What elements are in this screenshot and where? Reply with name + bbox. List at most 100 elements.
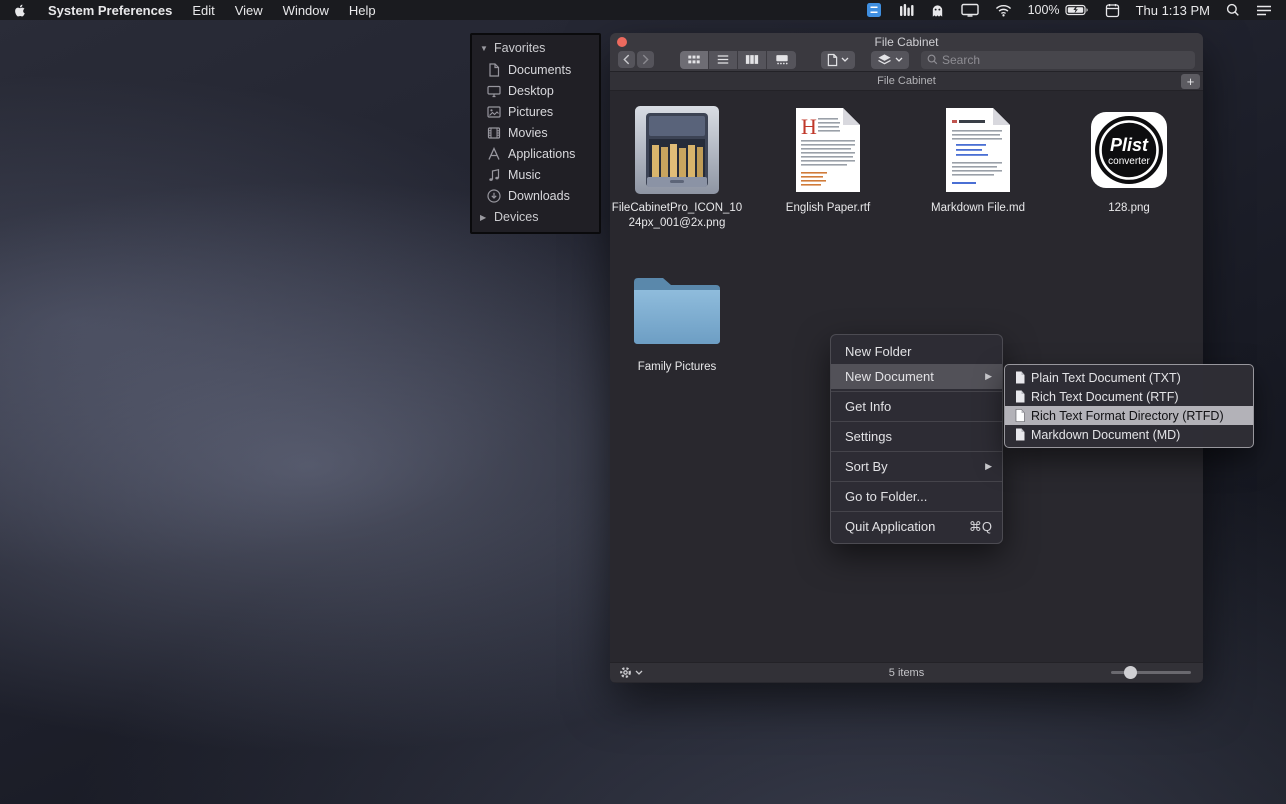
menu-item-label: New Folder — [845, 344, 912, 359]
menu-help[interactable]: Help — [339, 3, 386, 18]
file-item-english-paper[interactable]: H English Paper.rtf — [758, 104, 898, 216]
sidebar-item-pictures[interactable]: Pictures — [472, 101, 599, 122]
calendar-status-icon[interactable] — [1105, 3, 1120, 18]
md-document-icon — [946, 108, 1010, 192]
display-status-icon[interactable] — [960, 3, 979, 17]
favorites-label: Favorites — [494, 41, 546, 55]
document-icon — [1015, 409, 1025, 422]
document-action-icon — [827, 53, 838, 66]
sidebar-item-label: Pictures — [508, 104, 554, 119]
filecabinet-status-icon[interactable] — [865, 2, 883, 18]
list-view-button[interactable] — [709, 50, 738, 69]
stack-action-button[interactable] — [871, 50, 909, 69]
submenu-arrow-icon: ▶ — [985, 371, 992, 381]
folder-icon — [634, 278, 720, 344]
document-icon — [1016, 390, 1025, 403]
icon-view-button[interactable] — [680, 50, 709, 69]
menu-item-label: Sort By — [845, 459, 888, 474]
menu-item-label: Go to Folder... — [845, 489, 928, 504]
menu-item-go-to-folder[interactable]: Go to Folder... — [831, 484, 1002, 509]
sidebar-item-documents[interactable]: Documents — [472, 59, 599, 80]
sidebar-item-music[interactable]: Music — [472, 164, 599, 185]
menu-edit[interactable]: Edit — [182, 3, 224, 18]
menu-item-get-info[interactable]: Get Info — [831, 394, 1002, 419]
menu-separator — [831, 451, 1002, 452]
menu-separator — [831, 421, 1002, 422]
search-icon — [927, 54, 938, 65]
sidebar-item-downloads[interactable]: Downloads — [472, 185, 599, 206]
sidebar-item-label: Downloads — [508, 188, 570, 203]
gallery-view-button[interactable] — [767, 50, 796, 69]
menu-item-quit-application[interactable]: Quit Application ⌘Q — [831, 514, 1002, 539]
toolbar — [610, 48, 1203, 72]
sidebar-item-desktop[interactable]: Desktop — [472, 80, 599, 101]
battery-icon — [1064, 4, 1088, 16]
rtf-document-icon: H — [796, 108, 860, 192]
chevron-down-icon — [895, 57, 903, 62]
sidebar-item-movies[interactable]: Movies — [472, 122, 599, 143]
submenu-item-label: Rich Text Format Directory (RTFD) — [1031, 408, 1224, 423]
apple-menu[interactable] — [0, 0, 38, 20]
file-item-markdown[interactable]: Markdown File.md — [908, 104, 1048, 216]
disclosure-down-icon: ▼ — [480, 43, 488, 53]
menu-window[interactable]: Window — [273, 3, 339, 18]
bars-status-icon[interactable] — [899, 3, 914, 17]
menu-item-new-document[interactable]: New Document ▶ — [831, 364, 1002, 389]
spotlight-icon[interactable] — [1226, 3, 1240, 17]
devices-header[interactable]: ▶ Devices — [472, 206, 599, 228]
menu-separator — [831, 391, 1002, 392]
gallery-view-icon — [775, 55, 788, 65]
wifi-icon[interactable] — [995, 4, 1012, 17]
view-mode-control — [680, 50, 796, 69]
window-title: File Cabinet — [874, 35, 939, 49]
file-item-filecabinet-png[interactable]: FileCabinetPro_ICON_1024px_001@2x.png — [610, 104, 747, 231]
battery-percent-label: 100% — [1027, 3, 1060, 17]
menubar-clock[interactable]: Thu 1:13 PM — [1136, 3, 1210, 18]
submenu-arrow-icon: ▶ — [985, 461, 992, 471]
grid-view-icon — [688, 55, 700, 64]
search-field[interactable] — [921, 50, 1195, 69]
menu-item-settings[interactable]: Settings — [831, 424, 1002, 449]
menu-item-label: New Document — [845, 369, 934, 384]
submenu-item-rtfd[interactable]: Rich Text Format Directory (RTFD) — [1005, 406, 1253, 425]
menu-view[interactable]: View — [225, 3, 273, 18]
ghost-status-icon[interactable] — [930, 3, 945, 18]
downloads-icon — [487, 188, 501, 203]
notification-center-icon[interactable] — [1256, 4, 1272, 17]
icon-size-slider[interactable] — [1111, 666, 1191, 679]
list-view-icon — [717, 55, 729, 64]
music-icon — [489, 168, 500, 181]
add-tab-button[interactable]: + — [1181, 73, 1200, 89]
file-item-family-pictures[interactable]: Family Pictures — [610, 263, 747, 375]
document-action-button[interactable] — [821, 50, 855, 69]
file-name: FileCabinetPro_ICON_1024px_001@2x.png — [611, 202, 743, 229]
favorites-header[interactable]: ▼ Favorites — [472, 37, 599, 59]
menubar: System Preferences Edit View Window Help — [0, 0, 1286, 20]
search-input[interactable] — [942, 52, 1189, 67]
back-button[interactable] — [618, 51, 635, 68]
slider-knob[interactable] — [1124, 666, 1137, 679]
battery-status[interactable]: 100% — [1028, 3, 1089, 17]
submenu-item-txt[interactable]: Plain Text Document (TXT) — [1005, 368, 1253, 387]
sidebar-item-applications[interactable]: Applications — [472, 143, 599, 164]
submenu-item-label: Plain Text Document (TXT) — [1031, 370, 1181, 385]
sidebar-item-label: Documents — [508, 62, 572, 77]
menu-item-new-folder[interactable]: New Folder — [831, 339, 1002, 364]
favorites-panel: ▼ Favorites Documents Desktop Pictures M… — [470, 33, 601, 234]
desktop-wallpaper: System Preferences Edit View Window Help — [0, 0, 1286, 804]
forward-button[interactable] — [637, 51, 654, 68]
menu-item-sort-by[interactable]: Sort By ▶ — [831, 454, 1002, 479]
sidebar-item-label: Applications — [508, 146, 576, 161]
column-view-button[interactable] — [738, 50, 767, 69]
movies-icon — [487, 126, 501, 139]
sidebar-item-label: Movies — [508, 125, 548, 140]
submenu-item-rtf[interactable]: Rich Text Document (RTF) — [1005, 387, 1253, 406]
chevron-right-icon — [642, 54, 649, 65]
app-menu-title[interactable]: System Preferences — [38, 3, 182, 18]
column-view-icon — [745, 55, 759, 64]
sidebar-item-label: Desktop — [508, 83, 554, 98]
submenu-item-md[interactable]: Markdown Document (MD) — [1005, 425, 1253, 444]
titlebar[interactable]: File Cabinet — [610, 33, 1203, 49]
file-name: English Paper.rtf — [785, 202, 871, 214]
file-item-128-png[interactable]: Plist converter 128.png — [1059, 104, 1199, 216]
